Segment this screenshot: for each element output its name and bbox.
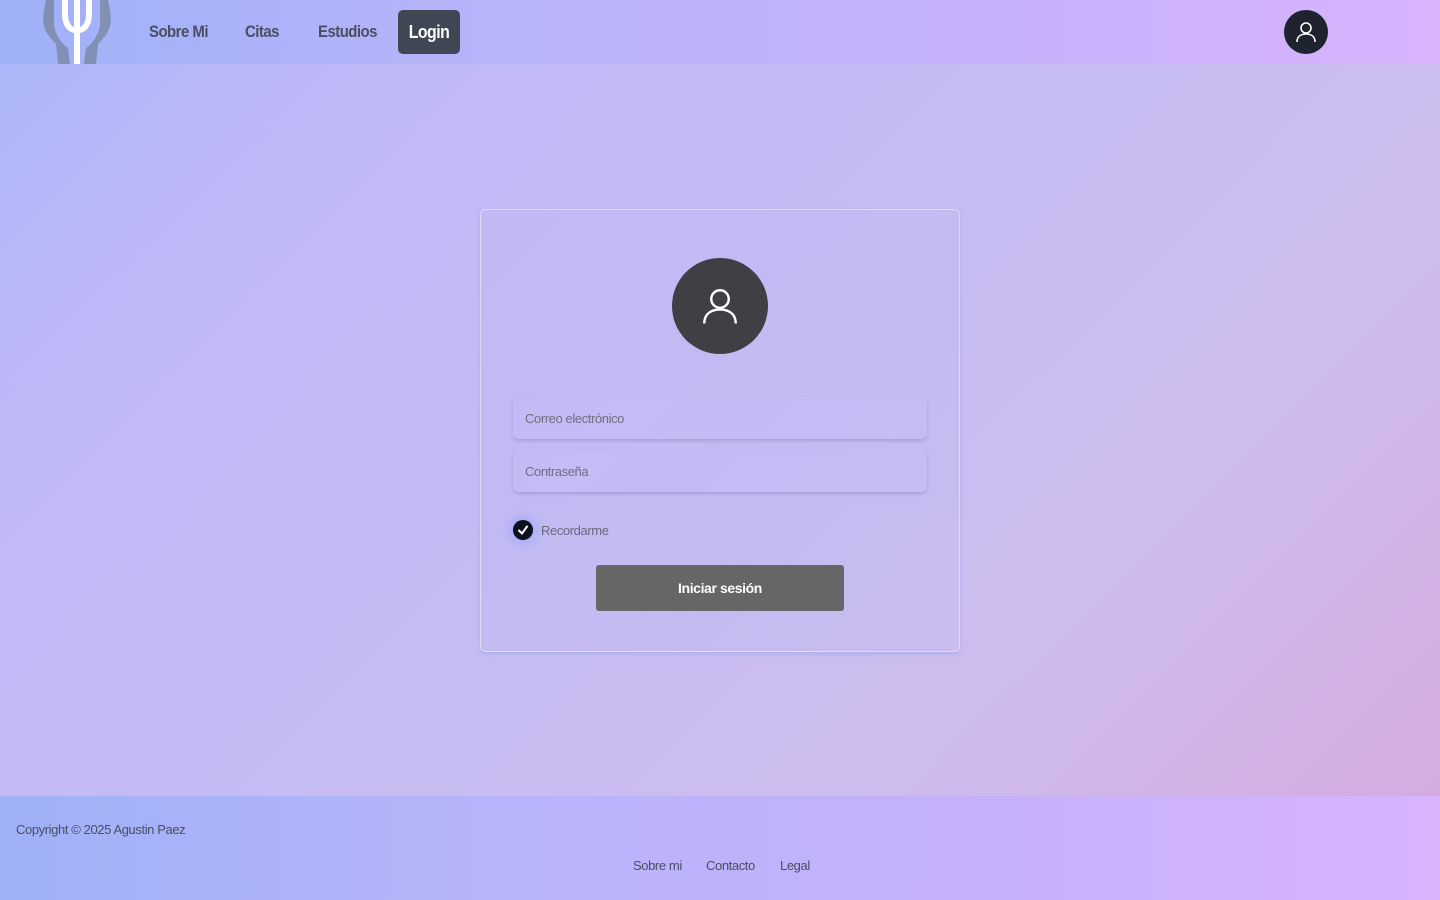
nav-login-label: Login	[408, 22, 450, 42]
remember-me-toggle[interactable]: Recordarme	[513, 520, 609, 540]
remember-label: Recordarme	[541, 522, 609, 538]
password-field[interactable]	[513, 450, 927, 492]
copyright-text: Copyright © 2025 Agustin Paez	[16, 822, 186, 837]
psi-logo-icon[interactable]	[38, 0, 116, 64]
footer-link-sobre-mi[interactable]: Sobre mi	[633, 858, 682, 873]
remember-checkbox[interactable]	[513, 520, 533, 540]
login-avatar	[672, 258, 768, 354]
login-card: Recordarme Iniciar sesión	[480, 209, 960, 652]
email-field[interactable]	[513, 397, 927, 439]
footer-link-contacto[interactable]: Contacto	[706, 858, 755, 873]
login-submit-button[interactable]: Iniciar sesión	[596, 565, 844, 611]
user-icon	[1296, 22, 1316, 43]
nav-login[interactable]: Login	[398, 10, 460, 54]
user-icon	[703, 289, 737, 324]
nav-citas[interactable]: Citas	[245, 10, 279, 54]
nav-estudios[interactable]: Estudios	[318, 10, 377, 54]
footer: Copyright © 2025 Agustin Paez Sobre mi C…	[0, 796, 1440, 900]
user-menu-button[interactable]	[1284, 10, 1328, 54]
nav-sobre-mi[interactable]: Sobre Mi	[149, 10, 208, 54]
check-icon	[518, 525, 528, 535]
footer-link-legal[interactable]: Legal	[780, 858, 810, 873]
top-navbar: Sobre Mi Citas Estudios Login	[0, 0, 1440, 64]
